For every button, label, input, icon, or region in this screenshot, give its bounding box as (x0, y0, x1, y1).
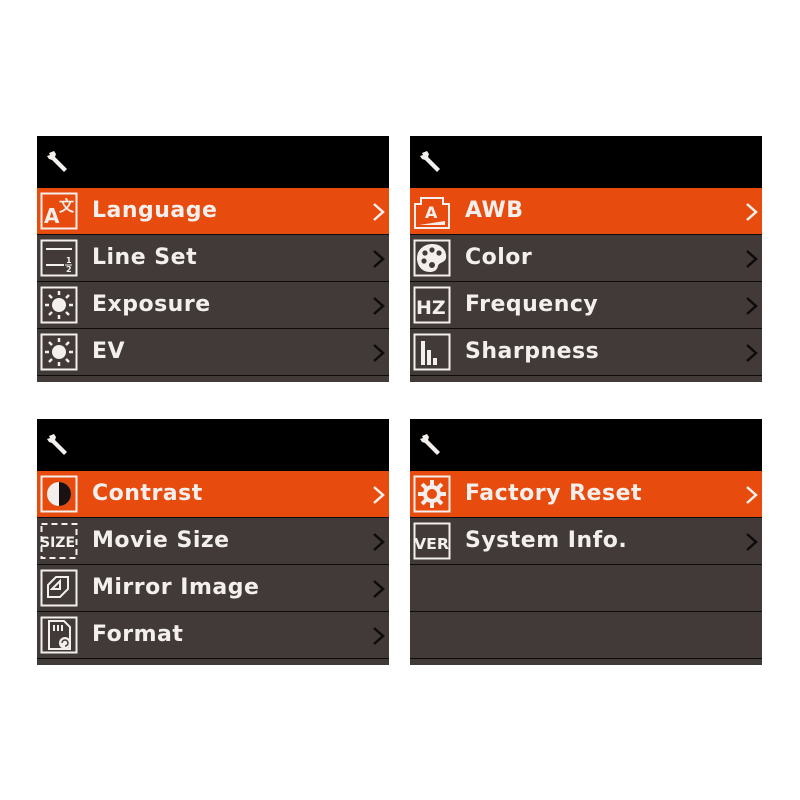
menu-item-label: Mirror Image (92, 575, 260, 600)
chevron-right-icon (372, 532, 386, 552)
sun-icon (40, 286, 78, 324)
menu-panel-2: A AWB Color HZ Frequency Sharpness (410, 136, 762, 382)
menu-item-movie-size[interactable]: SIZE Movie Size (37, 518, 389, 565)
menu-item-label: Factory Reset (465, 481, 642, 506)
chevron-right-icon (745, 532, 759, 552)
mirror-icon (40, 569, 78, 607)
svg-text:A: A (44, 204, 60, 228)
menu-item-label: Frequency (465, 292, 599, 317)
menu-panel-4: Factory Reset VER System Info. (410, 419, 762, 665)
sharpness-icon (413, 333, 451, 371)
wrench-icon (420, 150, 444, 174)
menu-item-exposure[interactable]: Exposure (37, 282, 389, 329)
chevron-right-icon (745, 296, 759, 316)
sun-icon (40, 333, 78, 371)
svg-text:SIZE: SIZE (40, 535, 75, 551)
menu-item-label: Color (465, 245, 533, 270)
contrast-icon (40, 475, 78, 513)
menu-item-sharpness[interactable]: Sharpness (410, 329, 762, 376)
line-set-icon: 1 2 (40, 239, 78, 277)
chevron-right-icon (745, 202, 759, 222)
menu-item-factory-reset[interactable]: Factory Reset (410, 471, 762, 518)
menu-item-label: Movie Size (92, 528, 230, 553)
wrench-icon (47, 150, 71, 174)
svg-text:HZ: HZ (416, 297, 446, 319)
menu-item-label: AWB (465, 198, 524, 223)
chevron-right-icon (745, 485, 759, 505)
menu-item-label: Contrast (92, 481, 203, 506)
menu-item-format[interactable]: Format (37, 612, 389, 659)
wrench-icon (420, 433, 444, 457)
menu-empty-row (410, 565, 762, 612)
menu-item-contrast[interactable]: Contrast (37, 471, 389, 518)
svg-text:1: 1 (66, 256, 72, 265)
menu-item-mirror-image[interactable]: Mirror Image (37, 565, 389, 612)
menu-item-label: Line Set (92, 245, 198, 270)
svg-text:文: 文 (59, 197, 75, 215)
palette-icon (413, 239, 451, 277)
wrench-icon (47, 433, 71, 457)
menu-item-color[interactable]: Color (410, 235, 762, 282)
menu-panel-3: Contrast SIZE Movie Size Mirror Image Fo… (37, 419, 389, 665)
chevron-right-icon (745, 343, 759, 363)
menu-header (410, 136, 762, 188)
menu-item-label: Sharpness (465, 339, 600, 364)
chevron-right-icon (372, 343, 386, 363)
menu-header (37, 136, 389, 188)
menu-item-language[interactable]: A 文 Language (37, 188, 389, 235)
menu-item-awb[interactable]: A AWB (410, 188, 762, 235)
factory-reset-icon (413, 475, 451, 513)
svg-text:2: 2 (66, 265, 72, 274)
sd-card-icon (40, 616, 78, 654)
chevron-right-icon (372, 485, 386, 505)
menu-header (410, 419, 762, 471)
chevron-right-icon (372, 296, 386, 316)
menu-item-frequency[interactable]: HZ Frequency (410, 282, 762, 329)
language-icon: A 文 (40, 192, 78, 230)
version-icon: VER (413, 522, 451, 560)
chevron-right-icon (372, 626, 386, 646)
svg-text:VER: VER (414, 535, 449, 553)
svg-text:A: A (425, 203, 438, 222)
menu-item-line-set[interactable]: 1 2 Line Set (37, 235, 389, 282)
menu-empty-row (410, 612, 762, 659)
chevron-right-icon (372, 249, 386, 269)
menu-item-ev[interactable]: EV (37, 329, 389, 376)
menu-item-label: System Info. (465, 528, 628, 553)
awb-icon: A (414, 197, 450, 229)
menu-item-label: Format (92, 622, 184, 647)
menu-item-label: Exposure (92, 292, 211, 317)
chevron-right-icon (372, 202, 386, 222)
chevron-right-icon (372, 579, 386, 599)
menu-panel-1: A 文 Language 1 2 Line Set Exposure EV (37, 136, 389, 382)
menu-item-label: EV (92, 339, 126, 364)
hz-icon: HZ (413, 286, 451, 324)
menu-item-system-info[interactable]: VER System Info. (410, 518, 762, 565)
chevron-right-icon (745, 249, 759, 269)
size-icon: SIZE (40, 523, 78, 559)
menu-item-label: Language (92, 198, 218, 223)
menu-header (37, 419, 389, 471)
